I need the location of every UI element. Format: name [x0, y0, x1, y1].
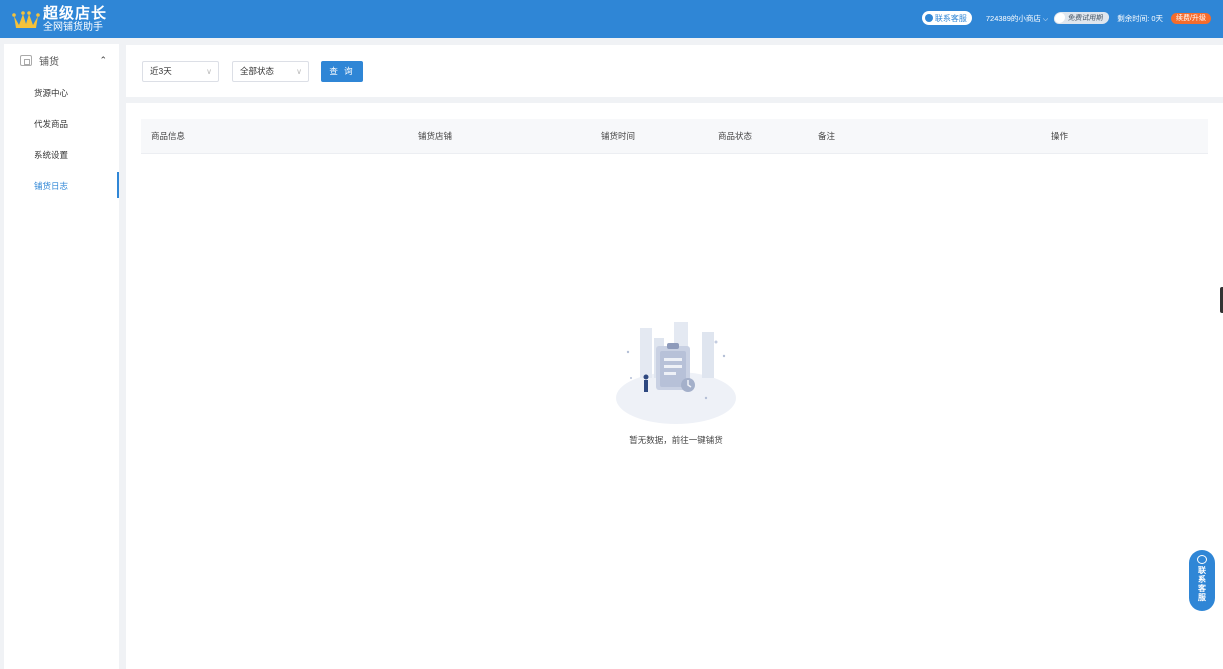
- trial-label: 免费试用期: [1067, 15, 1104, 22]
- app-name: 超级店长: [43, 4, 108, 22]
- sidebar: 铺货 ⌃ 货源中心 代发商品 系统设置 铺货日志: [4, 44, 119, 669]
- headset-icon: [1197, 555, 1207, 564]
- sidebar-item-label: 系统设置: [34, 149, 69, 160]
- log-table-panel: 商品信息 铺货店铺 铺货时间 商品状态 备注 操作 暂无数据，前往一键铺货: [126, 103, 1223, 669]
- status-select[interactable]: 全部状态 ∨: [232, 61, 309, 82]
- app-subtitle: 全网铺货助手: [43, 21, 103, 33]
- sidebar-item-label: 代发商品: [34, 118, 69, 129]
- chevron-up-icon: ⌃: [99, 55, 107, 65]
- shop-selector[interactable]: 724389的小商店 ⌵: [986, 13, 1048, 24]
- sidebar-item-source-center[interactable]: 货源中心: [4, 77, 119, 108]
- store-icon: [20, 55, 32, 66]
- chevron-down-icon: ∨: [206, 67, 212, 76]
- sidebar-item-system-settings[interactable]: 系统设置: [4, 139, 119, 170]
- float-service-char: 客: [1198, 584, 1206, 593]
- upgrade-button[interactable]: 续费/升级: [1171, 12, 1211, 24]
- table-header: 商品信息 铺货店铺 铺货时间 商品状态 备注 操作: [141, 119, 1208, 154]
- query-button[interactable]: 查 询: [321, 61, 363, 82]
- trial-knob-icon: [1054, 13, 1066, 23]
- sidebar-item-distribution-log[interactable]: 铺货日志: [4, 170, 119, 201]
- status-value: 全部状态: [240, 66, 275, 76]
- chat-icon: [924, 14, 933, 22]
- app-logo[interactable]: 超级店长 全网铺货助手: [12, 3, 107, 35]
- float-service-char: 系: [1198, 575, 1206, 584]
- column-header: 铺货店铺: [418, 131, 453, 141]
- column-header: 商品信息: [151, 131, 186, 141]
- chevron-down-icon: ∨: [296, 67, 302, 76]
- column-header: 铺货时间: [601, 131, 636, 141]
- float-service-char: 联: [1198, 566, 1206, 575]
- trial-badge: 免费试用期: [1053, 12, 1111, 24]
- shop-name: 724389的小商店: [985, 13, 1041, 23]
- contact-service-button[interactable]: 联系客服: [921, 11, 972, 25]
- empty-clipboard-illustration: [616, 322, 736, 424]
- sidebar-group-label: 铺货: [39, 57, 59, 68]
- top-header: 超级店长 全网铺货助手 联系客服 724389的小商店 ⌵ 免费试用期 剩余时间:…: [0, 0, 1223, 38]
- remaining-time: 剩余时间: 0天: [1117, 13, 1164, 23]
- chevron-down-icon: ⌵: [1042, 15, 1049, 23]
- float-service-char: 服: [1198, 593, 1206, 602]
- crown-icon: [12, 11, 40, 28]
- date-range-select[interactable]: 近3天 ∨: [142, 61, 219, 82]
- contact-service-label: 联系客服: [934, 13, 967, 23]
- empty-state-text: 暂无数据，前往一键铺货: [629, 435, 723, 445]
- date-range-value: 近3天: [150, 66, 172, 76]
- floating-contact-service-button[interactable]: 联 系 客 服: [1189, 550, 1215, 611]
- sidebar-item-dropship-products[interactable]: 代发商品: [4, 108, 119, 139]
- sidebar-item-label: 货源中心: [34, 87, 69, 98]
- sidebar-group-distribution[interactable]: 铺货 ⌃: [4, 44, 119, 77]
- column-header: 商品状态: [718, 131, 753, 141]
- filter-panel: 近3天 ∨ 全部状态 ∨ 查 询: [126, 45, 1223, 97]
- column-header: 备注: [818, 131, 836, 141]
- sidebar-item-label: 铺货日志: [34, 180, 69, 191]
- column-header: 操作: [1051, 131, 1069, 141]
- empty-state: 暂无数据，前往一键铺货: [601, 318, 751, 446]
